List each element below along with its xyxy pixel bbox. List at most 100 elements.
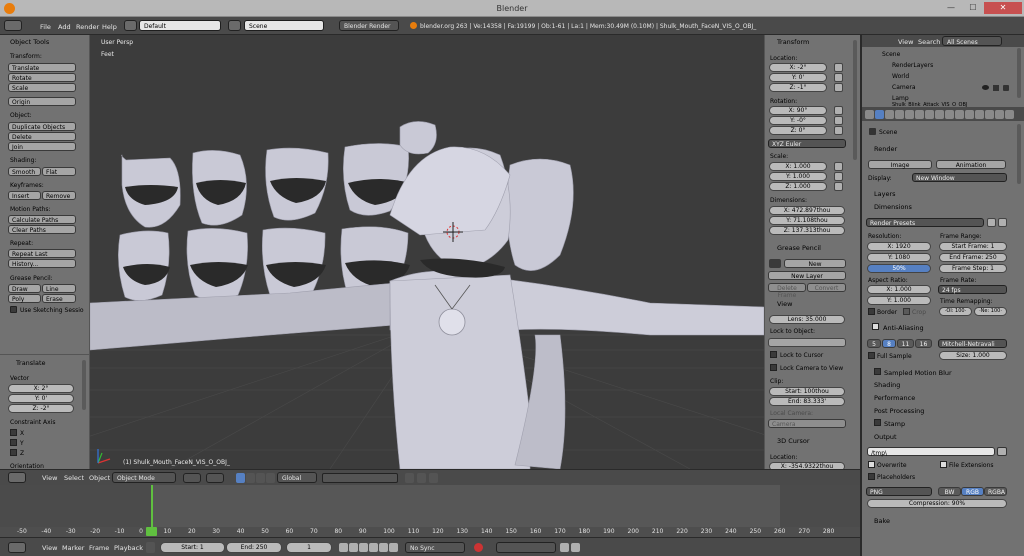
current-frame-marker[interactable] [146, 527, 157, 536]
start-frame-field[interactable]: Start: 1 [160, 542, 225, 553]
rotate-button[interactable]: Rotate [8, 73, 76, 82]
outliner-item-lamp[interactable]: Lamp [892, 95, 909, 102]
shading-panel-header[interactable]: Shading [874, 381, 900, 389]
outliner-item-renderlayers[interactable]: RenderLayers [892, 62, 933, 69]
new-layer-button[interactable]: New Layer [768, 271, 846, 280]
grease-new-button[interactable]: New [784, 259, 846, 268]
snap-icon[interactable] [405, 473, 414, 483]
anti-aliasing-checkbox[interactable] [872, 323, 879, 330]
end-frame-field[interactable]: End Frame: 250 [939, 253, 1007, 262]
minimize-button[interactable]: — [940, 2, 962, 14]
aa-samples-5[interactable]: 5 [867, 339, 881, 348]
duplicate-objects-button[interactable]: Duplicate Objects [8, 122, 76, 131]
resolution-x-field[interactable]: X: 1920 [867, 242, 931, 251]
full-sample-checkbox[interactable] [868, 352, 875, 359]
shading-dropdown-icon[interactable] [183, 473, 201, 483]
location-y-lock-icon[interactable] [834, 73, 843, 82]
stamp-panel-header[interactable]: Stamp [884, 420, 905, 428]
timeline-menu-playback[interactable]: Playback [114, 544, 143, 552]
particles-tab-icon[interactable] [955, 110, 964, 119]
tool-shelf-scrollbar[interactable] [82, 360, 86, 410]
bake-panel-header[interactable]: Bake [874, 517, 890, 525]
jump-prev-key-icon[interactable] [349, 543, 358, 552]
layout-icon[interactable] [124, 20, 137, 31]
scale-x-lock-icon[interactable] [834, 162, 843, 171]
convert-button[interactable]: Convert [807, 283, 846, 292]
outliner-scrollbar[interactable] [1017, 48, 1021, 98]
location-z-field[interactable]: Z: -1° [769, 83, 827, 92]
compression-slider[interactable]: Compression: 90% [867, 499, 1007, 508]
material-tab-icon[interactable] [935, 110, 944, 119]
transform-orientation-dropdown[interactable]: Global [277, 472, 317, 483]
extra2-tab-icon[interactable] [985, 110, 994, 119]
frame-step-field[interactable]: Frame Step: 1 [939, 264, 1007, 273]
physics-tab-icon[interactable] [965, 110, 974, 119]
jump-end-icon[interactable] [389, 543, 398, 552]
lock-cursor-checkbox[interactable] [770, 351, 777, 358]
menu-add[interactable]: Add [58, 23, 71, 31]
clip-start-field[interactable]: Start: 100thou [769, 387, 845, 396]
display-dropdown[interactable]: New Window [912, 173, 1007, 182]
motion-blur-checkbox[interactable] [874, 368, 881, 375]
lock-object-field[interactable] [768, 338, 846, 347]
rotation-y-lock-icon[interactable] [834, 116, 843, 125]
file-format-dropdown[interactable]: PNG [866, 487, 932, 496]
rotation-z-field[interactable]: Z: 0° [769, 126, 827, 135]
outliner-item-scene[interactable]: Scene [882, 51, 900, 58]
opengl-render-icon[interactable] [429, 473, 438, 483]
folder-icon[interactable] [997, 447, 1007, 456]
lock-camera-checkbox[interactable] [770, 364, 777, 371]
translate-button[interactable]: Translate [8, 63, 76, 72]
file-extensions-checkbox[interactable] [940, 461, 947, 468]
color-mode-rgba[interactable]: RGBA [984, 487, 1007, 496]
remove-keyframe-button[interactable]: Remove [42, 191, 76, 200]
render-panel-header[interactable]: Render [874, 145, 897, 153]
preset-remove-icon[interactable] [998, 218, 1007, 227]
color-mode-bw[interactable]: BW [938, 487, 961, 496]
lens-field[interactable]: Lens: 35.000 [769, 315, 845, 324]
constraints-tab-icon[interactable] [905, 110, 914, 119]
line-button[interactable]: Line [42, 284, 76, 293]
manipulator-toggle-icon[interactable] [266, 473, 275, 483]
render-image-button[interactable]: Image [868, 160, 932, 169]
sync-mode-dropdown[interactable]: No Sync [405, 542, 465, 553]
eye-icon[interactable] [982, 85, 989, 90]
n-panel-scrollbar[interactable] [853, 40, 857, 160]
render-preview-icon[interactable] [417, 473, 426, 483]
color-mode-rgb[interactable]: RGB [961, 487, 984, 496]
manipulator-rotate-icon[interactable] [246, 473, 255, 483]
history-button[interactable]: History... [8, 259, 76, 268]
time-remap-new-field[interactable]: ·Ne: 100· [974, 307, 1007, 316]
insert-keyframe-icon[interactable] [560, 543, 569, 552]
timeline-menu-view[interactable]: View [42, 544, 57, 552]
scale-button[interactable]: Scale [8, 83, 76, 92]
aspect-x-field[interactable]: X: 1.000 [867, 285, 931, 294]
outliner-item-world[interactable]: World [892, 73, 909, 80]
aa-filter-dropdown[interactable]: Mitchell-Netravali [938, 339, 1007, 348]
calculate-paths-button[interactable]: Calculate Paths [8, 215, 76, 224]
clip-end-field[interactable]: End: 83.333' [769, 397, 845, 406]
draw-button[interactable]: Draw [8, 284, 41, 293]
outliner-menu-search[interactable]: Search [918, 38, 940, 46]
vector-x-field[interactable]: X: 2° [8, 384, 74, 393]
local-camera-field[interactable]: Camera [768, 419, 846, 428]
start-frame-field[interactable]: Start Frame: 1 [939, 242, 1007, 251]
axis-z-checkbox[interactable] [10, 449, 17, 456]
layer-buttons[interactable] [322, 473, 398, 483]
properties-scrollbar[interactable] [1017, 124, 1021, 184]
output-panel-header[interactable]: Output [874, 433, 897, 441]
view-panel-header[interactable]: View [777, 300, 792, 308]
mode-dropdown[interactable]: Object Mode [112, 472, 176, 483]
modifiers-tab-icon[interactable] [915, 110, 924, 119]
aspect-y-field[interactable]: Y: 1.000 [867, 296, 931, 305]
aa-samples-8[interactable]: 8 [882, 339, 896, 348]
texture-tab-icon[interactable] [945, 110, 954, 119]
menu-render[interactable]: Render [76, 23, 99, 31]
render-tab-icon[interactable] [865, 110, 874, 119]
scene-icon[interactable] [228, 20, 241, 31]
play-reverse-icon[interactable] [359, 543, 368, 552]
world-tab-icon[interactable] [885, 110, 894, 119]
extra3-tab-icon[interactable] [995, 110, 1004, 119]
jump-start-icon[interactable] [339, 543, 348, 552]
crop-checkbox[interactable] [903, 308, 910, 315]
